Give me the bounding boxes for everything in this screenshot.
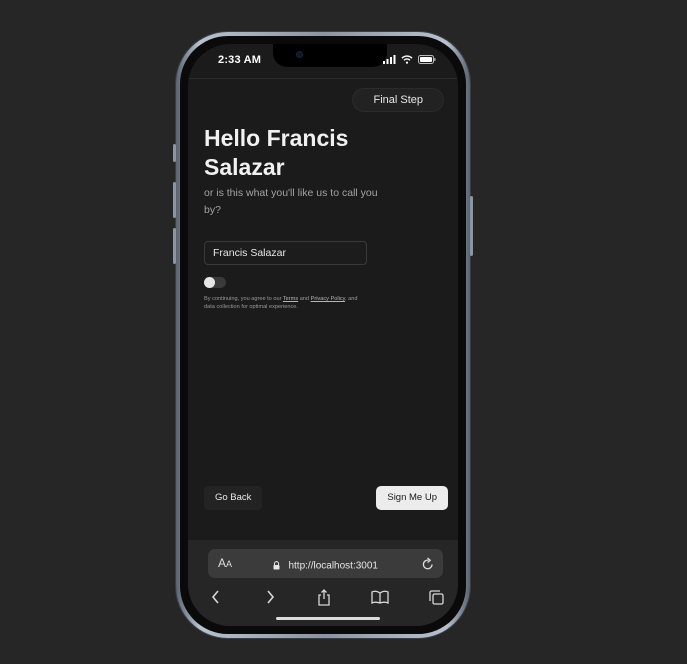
back-arrow-icon[interactable] [206,587,226,607]
camera-icon [296,51,303,58]
name-input[interactable] [204,241,367,265]
signal-icon [383,55,396,64]
phone-bezel: 2:33 AM Final Step Hello Francis Salazar… [180,36,466,634]
status-icons [383,55,436,64]
terms-link[interactable]: Terms [283,296,298,302]
share-icon[interactable] [314,587,334,607]
volume-up-button [173,182,176,218]
go-back-button[interactable]: Go Back [204,486,263,510]
page-title: Hello Francis Salazar [204,125,349,180]
wifi-icon [401,55,413,64]
consent-text: By continuing, you agree to our Terms an… [204,295,364,311]
volume-down-button [173,228,176,264]
header-divider [188,78,458,79]
browser-toolbar: AA http://localhost:3001 [188,540,458,626]
lock-icon [273,561,280,570]
battery-icon [418,55,436,64]
page-subtitle: or is this what you'll like us to call y… [204,187,378,216]
consent-and: and [299,296,310,302]
url-container: http://localhost:3001 [208,557,443,575]
tabs-icon[interactable] [426,587,446,607]
silent-switch [173,144,176,162]
forward-arrow-icon[interactable] [260,587,280,607]
notch [273,44,387,67]
final-step-badge: Final Step [352,88,444,112]
bookmarks-icon[interactable] [370,587,390,607]
consent-prefix: By continuing, you agree to our [204,296,282,302]
sign-me-up-button[interactable]: Sign Me Up [376,486,448,510]
status-time: 2:33 AM [218,54,262,66]
toggle-knob [204,277,215,288]
power-button [470,196,473,256]
privacy-policy-link[interactable]: Privacy Policy [311,296,345,302]
home-indicator [276,617,380,620]
address-bar[interactable]: AA http://localhost:3001 [208,549,443,578]
phone-screen: 2:33 AM Final Step Hello Francis Salazar… [188,44,458,626]
reload-icon[interactable] [422,557,434,570]
url-text: http://localhost:3001 [288,560,378,572]
phone-frame: 2:33 AM Final Step Hello Francis Salazar… [173,32,473,638]
browser-nav-row [188,587,458,609]
consent-toggle[interactable] [204,277,226,288]
